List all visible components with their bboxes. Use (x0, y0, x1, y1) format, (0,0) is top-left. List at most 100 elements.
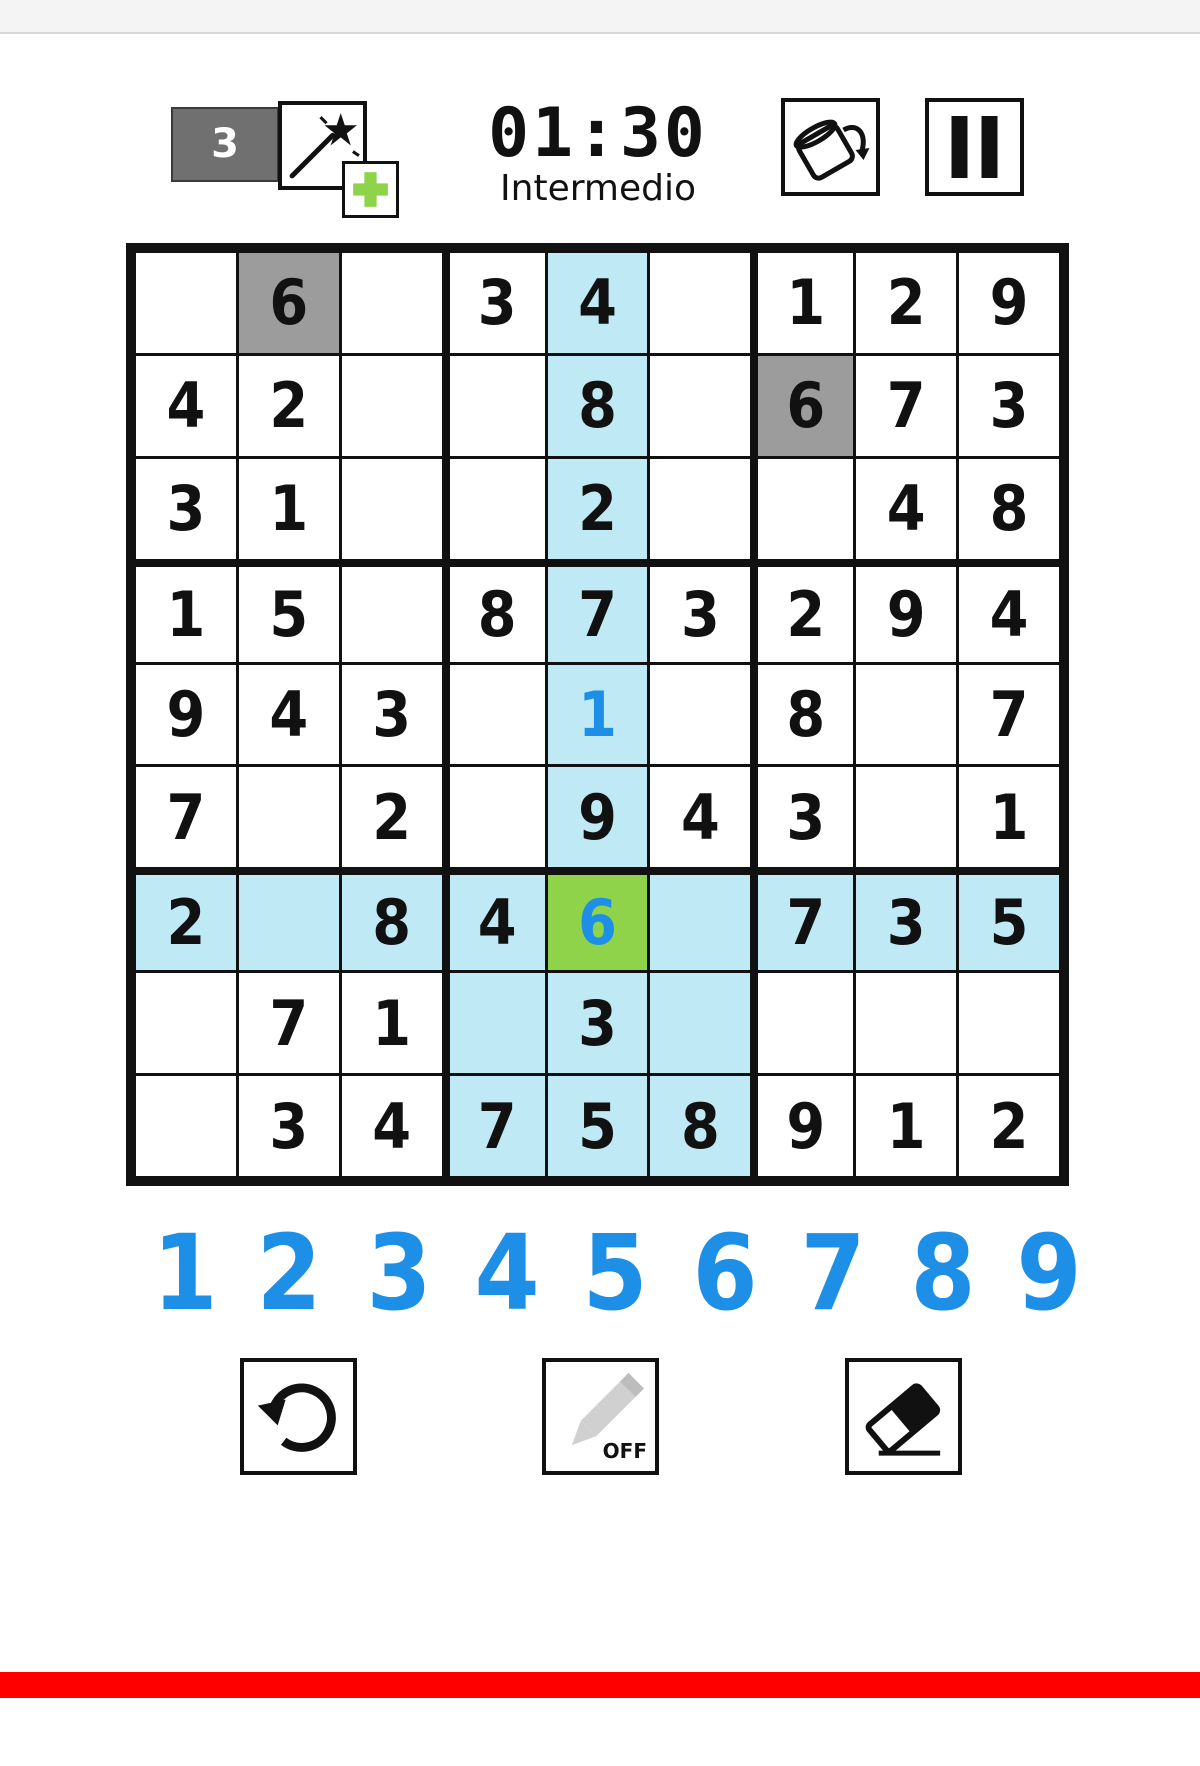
board-cell[interactable] (341, 253, 442, 353)
numpad-digit[interactable]: 9 (1004, 1218, 1094, 1328)
number-pad: 123456789 (140, 1218, 1081, 1328)
board-cell[interactable]: 6 (547, 875, 648, 971)
board-cell[interactable]: 3 (547, 973, 648, 1074)
numpad-digit[interactable]: 5 (570, 1218, 660, 1328)
board-cell[interactable]: 1 (136, 566, 236, 662)
board-cell[interactable]: 3 (238, 1076, 339, 1176)
numpad-digit[interactable]: 1 (140, 1218, 230, 1328)
board-cell[interactable] (341, 355, 442, 456)
board-cell[interactable]: 3 (758, 767, 854, 868)
board-cell[interactable] (449, 973, 545, 1074)
notes-toggle-button[interactable]: OFF (542, 1358, 659, 1475)
board-cell[interactable]: 2 (341, 767, 442, 868)
board-cell[interactable]: 5 (959, 875, 1059, 971)
board-cell[interactable]: 8 (341, 875, 442, 971)
board-cell[interactable] (449, 355, 545, 456)
board-cell[interactable]: 9 (758, 1076, 854, 1176)
board-cell[interactable]: 7 (449, 1076, 545, 1176)
board-cell[interactable]: 7 (238, 973, 339, 1074)
board-cell[interactable]: 9 (547, 767, 648, 868)
board-cell[interactable]: 1 (547, 664, 648, 765)
board-cell[interactable]: 8 (449, 566, 545, 662)
board-cell[interactable]: 8 (650, 1076, 751, 1176)
numpad-digit[interactable]: 8 (898, 1218, 988, 1328)
board-cell[interactable]: 1 (341, 973, 442, 1074)
board-cell[interactable]: 7 (856, 355, 957, 456)
board-cell[interactable] (758, 973, 854, 1074)
board-cell[interactable]: 2 (238, 355, 339, 456)
board-cell[interactable] (856, 973, 957, 1074)
board-cell[interactable] (650, 458, 751, 559)
board-cell[interactable]: 6 (238, 253, 339, 353)
board-cell[interactable]: 1 (238, 458, 339, 559)
board-cell[interactable]: 4 (959, 566, 1059, 662)
board-cell[interactable] (238, 875, 339, 971)
board-cell[interactable] (650, 875, 751, 971)
board-cell[interactable]: 1 (758, 253, 854, 353)
board-cell[interactable]: 5 (238, 566, 339, 662)
board-cell[interactable]: 7 (758, 875, 854, 971)
board-cell[interactable]: 7 (959, 664, 1059, 765)
board-cell[interactable]: 4 (650, 767, 751, 868)
board-cell[interactable] (136, 973, 236, 1074)
board-cell[interactable] (136, 1076, 236, 1176)
board-cell[interactable]: 2 (547, 458, 648, 559)
board-cell[interactable]: 8 (959, 458, 1059, 559)
board-cell[interactable]: 3 (856, 875, 957, 971)
board-cell[interactable]: 9 (856, 566, 957, 662)
board-cell[interactable]: 4 (547, 253, 648, 353)
pause-button[interactable] (925, 98, 1024, 196)
board-cell[interactable]: 1 (856, 1076, 957, 1176)
board-cell[interactable] (856, 767, 957, 868)
numpad-digit[interactable]: 6 (680, 1218, 770, 1328)
board-cell[interactable] (136, 253, 236, 353)
board-cell[interactable] (856, 664, 957, 765)
board-cell[interactable] (341, 566, 442, 662)
board-cell[interactable]: 2 (959, 1076, 1059, 1176)
board-cell[interactable]: 2 (856, 253, 957, 353)
numpad-digit[interactable]: 3 (354, 1218, 444, 1328)
board-cell[interactable]: 4 (238, 664, 339, 765)
board-cell[interactable] (650, 664, 751, 765)
board-cell[interactable]: 9 (959, 253, 1059, 353)
pause-icon (951, 116, 998, 178)
board-cell[interactable]: 2 (758, 566, 854, 662)
board-cell[interactable] (238, 767, 339, 868)
board-cell[interactable]: 4 (136, 355, 236, 456)
undo-button[interactable] (240, 1358, 357, 1475)
board-cell[interactable]: 4 (856, 458, 957, 559)
board-cell[interactable]: 5 (547, 1076, 648, 1176)
numpad-digit[interactable]: 2 (244, 1218, 334, 1328)
board-cell[interactable]: 8 (758, 664, 854, 765)
board-cell[interactable] (341, 458, 442, 559)
board-cell[interactable]: 2 (136, 875, 236, 971)
board-cell[interactable] (449, 458, 545, 559)
board-cell[interactable]: 8 (547, 355, 648, 456)
board-cell[interactable]: 9 (136, 664, 236, 765)
numpad-digit[interactable]: 7 (788, 1218, 878, 1328)
board-cell[interactable]: 4 (449, 875, 545, 971)
board-cell[interactable]: 3 (959, 355, 1059, 456)
board-cell[interactable]: 3 (449, 253, 545, 353)
board-cell[interactable]: 3 (136, 458, 236, 559)
theme-button[interactable] (781, 98, 880, 196)
board-cell[interactable] (449, 664, 545, 765)
bottom-red-bar (0, 1672, 1200, 1698)
board-cell[interactable] (758, 458, 854, 559)
erase-button[interactable] (845, 1358, 962, 1475)
board-cell[interactable]: 1 (959, 767, 1059, 868)
board-cell[interactable]: 7 (547, 566, 648, 662)
board-cell[interactable]: 4 (341, 1076, 442, 1176)
board-cell[interactable] (650, 253, 751, 353)
board-cell[interactable]: 3 (650, 566, 751, 662)
paint-bucket-icon (793, 119, 870, 181)
numpad-digit[interactable]: 4 (462, 1218, 552, 1328)
board-cell[interactable] (650, 973, 751, 1074)
board-cell[interactable]: 7 (136, 767, 236, 868)
board-cell[interactable] (449, 767, 545, 868)
board-cell[interactable]: 6 (758, 355, 854, 456)
board-cell[interactable] (650, 355, 751, 456)
board-cell[interactable]: 3 (341, 664, 442, 765)
add-hints-button[interactable] (342, 161, 399, 218)
board-cell[interactable] (959, 973, 1059, 1074)
